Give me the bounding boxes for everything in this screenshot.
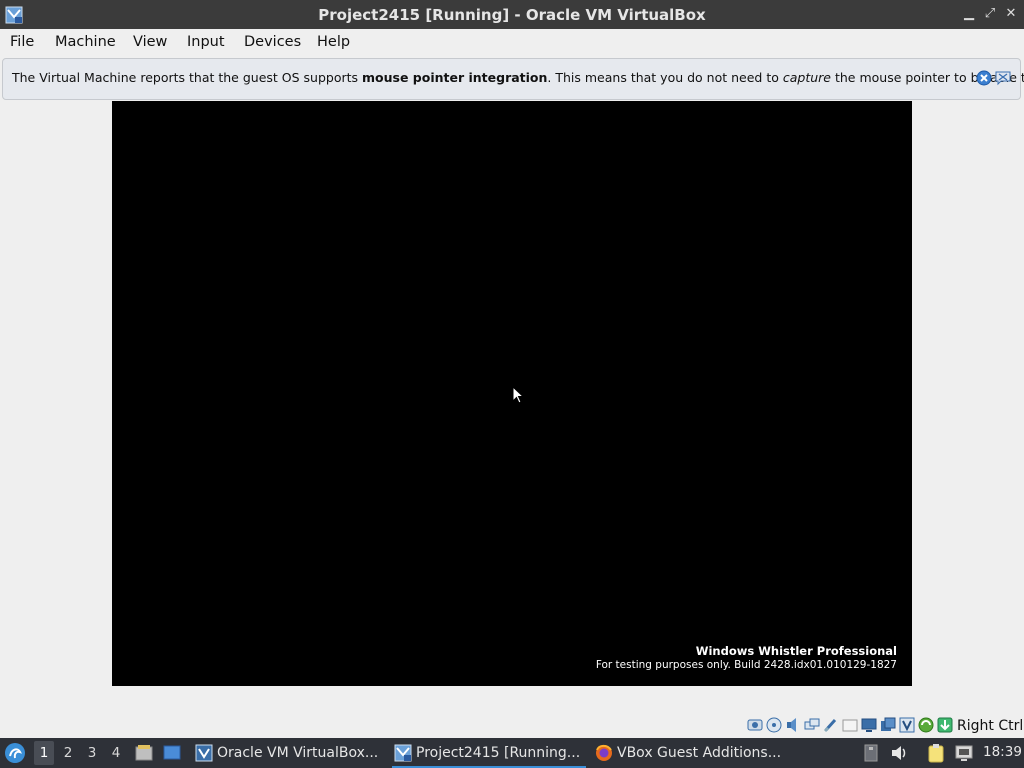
menu-machine[interactable]: Machine — [55, 34, 116, 50]
virtualbox-vm-icon — [394, 744, 412, 762]
removable-drive-icon[interactable] — [861, 743, 881, 763]
clock[interactable]: 18:39 — [983, 744, 1022, 760]
firefox-icon — [596, 744, 612, 761]
network-status-icon[interactable] — [954, 743, 974, 763]
menu-view[interactable]: View — [133, 34, 167, 50]
vrde-icon[interactable] — [899, 717, 915, 733]
os-watermark-title: Windows Whistler Professional — [695, 644, 897, 658]
mouse-integration-notice: The Virtual Machine reports that the gue… — [2, 58, 1024, 100]
notice-text-2: . This means that you do not need to — [547, 70, 783, 85]
minimize-button[interactable]: ▁ — [961, 6, 977, 22]
workspace-2[interactable]: 2 — [58, 741, 78, 765]
virtualbox-manager-icon — [195, 744, 213, 762]
recording-icon[interactable] — [880, 717, 896, 733]
mouse-cursor-icon — [512, 386, 524, 404]
mouse-integration-icon[interactable] — [937, 717, 953, 733]
menu-help[interactable]: Help — [317, 34, 350, 50]
file-manager-icon[interactable] — [134, 743, 154, 763]
optical-drive-icon[interactable] — [766, 717, 782, 733]
hard-disk-icon[interactable] — [747, 717, 763, 733]
window-titlebar[interactable]: Project2415 [Running] - Oracle VM Virtua… — [0, 0, 1024, 29]
task-vbox-guest-additions[interactable]: VBox Guest Additions... — [593, 740, 787, 766]
vm-status-bar: Right Ctrl — [0, 714, 1024, 738]
volume-icon[interactable] — [889, 743, 909, 763]
close-button[interactable]: ✕ — [1003, 6, 1019, 22]
display-icon[interactable] — [861, 717, 877, 733]
task-virtualbox-manager[interactable]: Oracle VM VirtualBox... — [193, 740, 385, 766]
workspace-3[interactable]: 3 — [82, 741, 102, 765]
os-watermark-build: For testing purposes only. Build 2428.id… — [595, 659, 897, 671]
maximize-button[interactable]: ⤢ — [982, 6, 998, 22]
menu-file[interactable]: File — [10, 34, 34, 50]
clipboard-icon[interactable] — [926, 743, 946, 763]
usb-icon[interactable] — [823, 717, 839, 733]
menu-bar: File Machine View Input Devices Help — [0, 29, 1024, 57]
menu-input[interactable]: Input — [187, 34, 225, 50]
notice-text-bold: mouse pointer integration — [362, 70, 548, 85]
workspace-4[interactable]: 4 — [106, 741, 126, 765]
shared-folders-icon[interactable] — [842, 717, 858, 733]
task-project2415[interactable]: Project2415 [Running... — [392, 740, 586, 768]
guest-additions-icon[interactable] — [918, 717, 934, 733]
notice-text-italic: capture — [782, 70, 831, 85]
notice-text: The Virtual Machine reports that the gue… — [12, 70, 1024, 85]
taskbar: 1 2 3 4 Oracle VM VirtualBox... Project2… — [0, 738, 1024, 768]
window-title: Project2415 [Running] - Oracle VM Virtua… — [318, 6, 706, 24]
suppress-message-icon[interactable] — [995, 70, 1011, 86]
host-key-label: Right Ctrl — [957, 718, 1024, 734]
start-menu-icon[interactable] — [4, 742, 26, 764]
close-notice-icon[interactable] — [976, 70, 992, 86]
show-desktop-icon[interactable] — [162, 743, 182, 763]
network-icon[interactable] — [804, 717, 820, 733]
task-label: Project2415 [Running... — [416, 745, 581, 761]
workspace-1[interactable]: 1 — [34, 741, 54, 765]
notice-text-1: The Virtual Machine reports that the gue… — [12, 70, 363, 85]
task-label: Oracle VM VirtualBox... — [217, 745, 379, 761]
task-label: VBox Guest Additions... — [617, 745, 782, 761]
guest-display[interactable]: Windows Whistler Professional For testin… — [112, 101, 912, 686]
audio-icon[interactable] — [785, 717, 801, 733]
menu-devices[interactable]: Devices — [244, 34, 301, 50]
